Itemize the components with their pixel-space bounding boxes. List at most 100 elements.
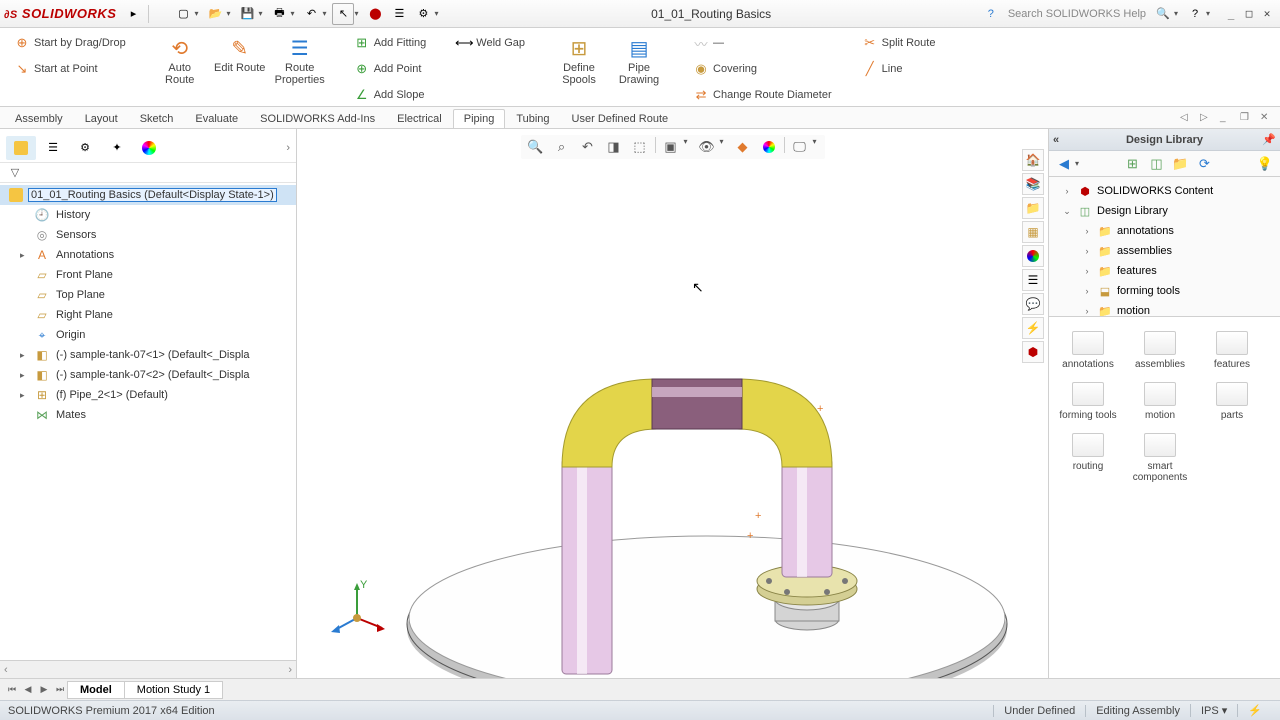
motion-study-tab[interactable]: Motion Study 1 bbox=[124, 681, 223, 699]
dl-grid-item[interactable]: smart components bbox=[1125, 429, 1195, 487]
close-button[interactable]: ✕ bbox=[1258, 5, 1276, 23]
pin-icon[interactable]: 📌 bbox=[1262, 133, 1276, 146]
dl-tree-item[interactable]: ⌄◫Design Library bbox=[1049, 201, 1280, 221]
tab-prev-icon[interactable]: ◀ bbox=[20, 682, 36, 698]
tree-item[interactable]: ▱Right Plane bbox=[0, 305, 296, 325]
dl-grid-item[interactable]: parts bbox=[1197, 378, 1267, 425]
dl-grid-item[interactable]: features bbox=[1197, 327, 1267, 374]
new-folder-icon[interactable]: 📁 bbox=[1170, 153, 1192, 175]
scroll-left-icon[interactable]: ‹ bbox=[4, 664, 8, 676]
save-icon[interactable]: 💾 bbox=[236, 3, 258, 25]
edit-route-button[interactable]: ✎Edit Route bbox=[212, 32, 268, 76]
define-spools-button[interactable]: ⊞Define Spools bbox=[551, 32, 607, 88]
cmdtab-tubing[interactable]: Tubing bbox=[505, 109, 560, 128]
model-tab[interactable]: Model bbox=[67, 681, 125, 699]
tree-item[interactable]: ◎Sensors bbox=[0, 225, 296, 245]
split-route-button[interactable]: ✂Split Route bbox=[858, 32, 940, 54]
cmdtab-layout[interactable]: Layout bbox=[74, 109, 129, 128]
panel-chevron-icon[interactable]: › bbox=[274, 142, 290, 154]
start-point-button[interactable]: ↘Start at Point bbox=[10, 58, 102, 80]
undo-icon[interactable]: ↶ bbox=[300, 3, 322, 25]
print-icon[interactable]: 🖶 bbox=[268, 3, 290, 25]
settings-icon[interactable]: ⚙ bbox=[412, 3, 434, 25]
cmdtab-sketch[interactable]: Sketch bbox=[129, 109, 185, 128]
graphics-viewport[interactable]: 🔍 ⌕ ↶ ◨ ⬚ ▣▾ 👁▾ ◆ 🖵▾ 🏠 📚 📁 ▦ ☰ 💬 ⚡ ⬢ bbox=[297, 129, 1048, 678]
dl-tree-item[interactable]: ›📁features bbox=[1049, 261, 1280, 281]
tab-first-icon[interactable]: ⏮ bbox=[4, 682, 20, 698]
add-point-button[interactable]: ⊕Add Point bbox=[350, 58, 426, 80]
search-help-input[interactable]: Search SOLIDWORKS Help bbox=[1004, 8, 1150, 20]
dl-tree-item[interactable]: ›📁motion bbox=[1049, 301, 1280, 317]
back-icon[interactable]: ◀ bbox=[1053, 153, 1075, 175]
add-slope-button[interactable]: ∠Add Slope bbox=[350, 84, 429, 106]
dl-tree-item[interactable]: ›📁assemblies bbox=[1049, 241, 1280, 261]
select-icon[interactable]: ↖ bbox=[332, 3, 354, 25]
play-icon[interactable]: ▸ bbox=[122, 3, 144, 25]
new-icon[interactable]: ▢ bbox=[172, 3, 194, 25]
help-icon[interactable]: ? bbox=[1184, 3, 1206, 25]
line-button[interactable]: ╱Line bbox=[858, 58, 907, 80]
doc-prev-icon[interactable]: ◁ bbox=[1180, 112, 1194, 126]
cmdtab-user-defined-route[interactable]: User Defined Route bbox=[561, 109, 680, 128]
doc-next-icon[interactable]: ▷ bbox=[1200, 112, 1214, 126]
dl-grid-item[interactable]: routing bbox=[1053, 429, 1123, 487]
tree-item[interactable]: ▸⊞(f) Pipe_2<1> (Default) bbox=[0, 385, 296, 405]
dl-grid-item[interactable]: annotations bbox=[1053, 327, 1123, 374]
tree-item[interactable]: ▸AAnnotations bbox=[0, 245, 296, 265]
dl-tree-item[interactable]: ›⬢SOLIDWORKS Content bbox=[1049, 181, 1280, 201]
cmdtab-piping[interactable]: Piping bbox=[453, 109, 506, 128]
dl-grid-item[interactable]: motion bbox=[1125, 378, 1195, 425]
doc-restore-icon[interactable]: ❐ bbox=[1240, 112, 1254, 126]
tab-last-icon[interactable]: ⏭ bbox=[52, 682, 68, 698]
search-icon[interactable]: 🔍 bbox=[1152, 3, 1174, 25]
covering-button[interactable]: ◉Covering bbox=[689, 58, 761, 80]
maximize-button[interactable]: □ bbox=[1240, 5, 1258, 23]
tree-item[interactable]: 🕘History bbox=[0, 205, 296, 225]
filter-icon[interactable]: ▽ bbox=[6, 164, 24, 182]
minimize-button[interactable]: _ bbox=[1222, 5, 1240, 23]
flex-button[interactable]: 〰— bbox=[689, 32, 728, 54]
cmdtab-solidworks-add-ins[interactable]: SOLIDWORKS Add-Ins bbox=[249, 109, 386, 128]
refresh-icon[interactable]: ⟳ bbox=[1194, 153, 1216, 175]
tree-item[interactable]: ▱Top Plane bbox=[0, 285, 296, 305]
dl-grid-item[interactable]: forming tools bbox=[1053, 378, 1123, 425]
dl-grid-item[interactable]: assemblies bbox=[1125, 327, 1195, 374]
property-manager-tab[interactable]: ☰ bbox=[38, 136, 68, 160]
add-loc-icon[interactable]: ⊞ bbox=[1122, 153, 1144, 175]
config-manager-tab[interactable]: ⚙ bbox=[70, 136, 100, 160]
rebuild-icon[interactable]: ⬤ bbox=[364, 3, 386, 25]
display-manager-tab[interactable] bbox=[134, 136, 164, 160]
status-units[interactable]: IPS ▾ bbox=[1190, 704, 1237, 717]
feature-tree-tab[interactable] bbox=[6, 136, 36, 160]
pipe-drawing-button[interactable]: ▤Pipe Drawing bbox=[611, 32, 667, 88]
tree-item[interactable]: ▱Front Plane bbox=[0, 265, 296, 285]
start-dragdrop-button[interactable]: ⊕Start by Drag/Drop bbox=[10, 32, 130, 54]
status-extra-icon[interactable]: ⚡ bbox=[1237, 704, 1272, 717]
weld-gap-button[interactable]: ⟷Weld Gap bbox=[452, 32, 529, 54]
doc-minimize-icon[interactable]: _ bbox=[1220, 112, 1234, 126]
tree-item[interactable]: ⋈Mates bbox=[0, 405, 296, 425]
cmdtab-electrical[interactable]: Electrical bbox=[386, 109, 453, 128]
add-file-icon[interactable]: ◫ bbox=[1146, 153, 1168, 175]
tree-root[interactable]: 01_01_Routing Basics (Default<Display St… bbox=[0, 185, 296, 205]
options-icon[interactable]: ☰ bbox=[388, 3, 410, 25]
cmdtab-evaluate[interactable]: Evaluate bbox=[184, 109, 249, 128]
tree-item[interactable]: ⌖Origin bbox=[0, 325, 296, 345]
dl-tree-item[interactable]: ›⬓forming tools bbox=[1049, 281, 1280, 301]
doc-close-icon[interactable]: ✕ bbox=[1260, 112, 1274, 126]
tab-next-icon[interactable]: ▶ bbox=[36, 682, 52, 698]
route-properties-button[interactable]: ☰Route Properties bbox=[272, 32, 328, 88]
tree-item[interactable]: ▸◧(-) sample-tank-07<2> (Default<_Displa bbox=[0, 365, 296, 385]
scroll-right-icon[interactable]: › bbox=[288, 664, 292, 676]
collapse-icon[interactable]: « bbox=[1053, 134, 1059, 146]
bulb-icon[interactable]: 💡 bbox=[1254, 153, 1276, 175]
cmdtab-assembly[interactable]: Assembly bbox=[4, 109, 74, 128]
tree-item[interactable]: ▸◧(-) sample-tank-07<1> (Default<_Displa bbox=[0, 345, 296, 365]
open-icon[interactable]: 📂 bbox=[204, 3, 226, 25]
add-fitting-button[interactable]: ⊞Add Fitting bbox=[350, 32, 431, 54]
help-search-icon[interactable]: ? bbox=[980, 3, 1002, 25]
auto-route-button[interactable]: ⟲Auto Route bbox=[152, 32, 208, 88]
dimxpert-tab[interactable]: ✦ bbox=[102, 136, 132, 160]
change-diameter-button[interactable]: ⇄Change Route Diameter bbox=[689, 84, 836, 106]
dl-tree-item[interactable]: ›📁annotations bbox=[1049, 221, 1280, 241]
